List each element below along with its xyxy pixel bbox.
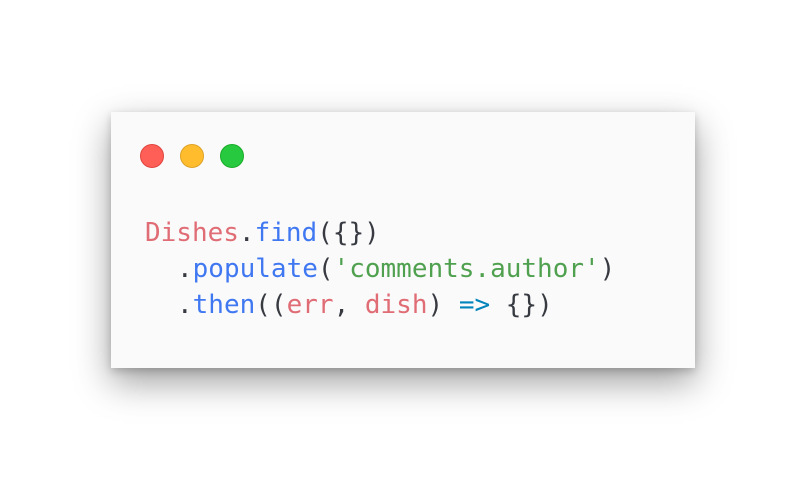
code-token: => xyxy=(458,290,491,320)
code-token: dish xyxy=(364,290,428,320)
code-token: ) xyxy=(599,254,616,284)
close-dot-icon xyxy=(140,144,164,168)
code-token: then xyxy=(192,290,256,320)
code-token: ) xyxy=(427,290,459,320)
code-token: 'comments.author' xyxy=(333,254,600,284)
code-token: populate xyxy=(192,254,318,284)
code-token: {}) xyxy=(490,290,553,320)
code-line-2: .populate('comments.author') xyxy=(145,251,615,287)
window-controls xyxy=(140,144,244,168)
code-line-1: Dishes.find({}) xyxy=(145,215,615,251)
code-token: find xyxy=(254,218,318,248)
minimize-dot-icon xyxy=(180,144,204,168)
code-token: . xyxy=(177,290,193,320)
maximize-dot-icon xyxy=(220,144,244,168)
code-token: Dishes xyxy=(145,218,239,248)
code-window: Dishes.find({}) .populate('comments.autho… xyxy=(111,112,695,368)
canvas: Dishes.find({}) .populate('comments.autho… xyxy=(0,0,806,480)
code-token: , xyxy=(333,290,365,320)
code-token: ({}) xyxy=(317,218,380,248)
code-line-3: .then((err, dish) => {}) xyxy=(145,287,615,323)
code-block: Dishes.find({}) .populate('comments.autho… xyxy=(145,215,615,323)
code-token: . xyxy=(177,254,193,284)
code-token: (( xyxy=(255,290,287,320)
code-token: ( xyxy=(317,254,334,284)
code-token: . xyxy=(238,218,255,248)
code-token: err xyxy=(286,290,334,320)
